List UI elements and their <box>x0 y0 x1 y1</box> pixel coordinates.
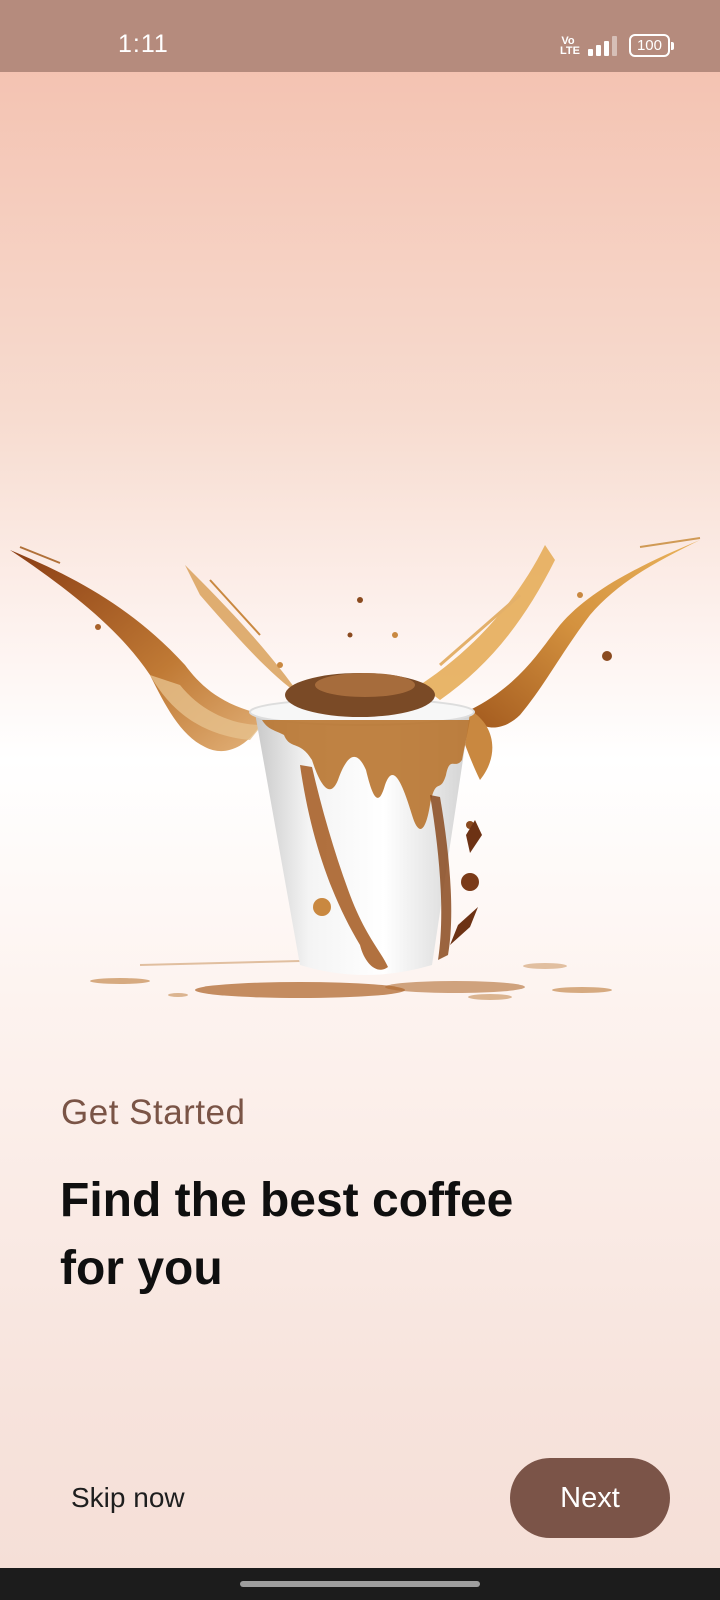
status-bar: 1:11 Vo LTE 100 <box>0 0 720 72</box>
system-navigation-bar <box>0 1568 720 1600</box>
status-icons: Vo LTE 100 <box>559 34 675 57</box>
onboarding-screen: 1:11 Vo LTE 100 Get Started Find the bes… <box>0 0 720 1600</box>
next-button[interactable]: Next <box>510 1458 670 1538</box>
skip-now-button[interactable]: Skip now <box>71 1482 185 1514</box>
coffee-splash-illustration <box>10 537 701 1000</box>
onboarding-headline: Find the best coffee for you <box>60 1174 514 1295</box>
signal-icon <box>587 35 617 56</box>
onboarding-subtitle: Get Started <box>61 1093 246 1132</box>
battery-icon: 100 <box>628 34 675 57</box>
volte-icon: Vo LTE <box>559 34 580 57</box>
home-indicator[interactable] <box>240 1581 480 1587</box>
status-time: 1:11 <box>118 30 169 58</box>
